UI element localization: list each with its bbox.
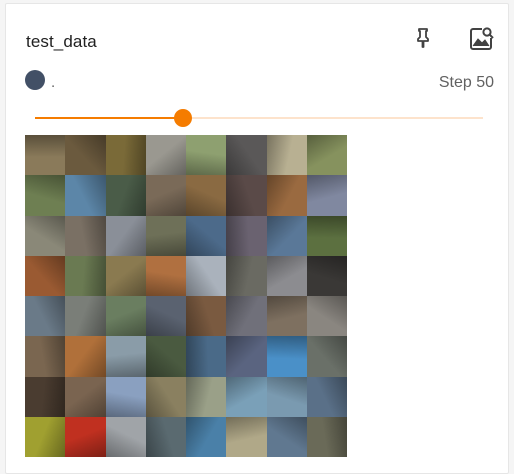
image-tile: [145, 255, 186, 296]
image-tile: [186, 175, 227, 216]
image-tile: [266, 175, 307, 216]
run-color-dot: [25, 70, 45, 90]
image-tile: [306, 215, 347, 256]
image-tile: [226, 255, 267, 296]
step-label: Step 50: [438, 74, 494, 91]
image-tile: [65, 175, 106, 216]
card-title: test_data: [26, 32, 97, 51]
image-tile: [306, 255, 347, 296]
image-tile: [105, 135, 146, 176]
image-grid[interactable]: [25, 135, 347, 457]
image-tile: [25, 336, 66, 377]
image-tile: [266, 376, 307, 417]
image-tile: [266, 336, 307, 377]
slider-thumb[interactable]: [173, 109, 192, 127]
image-tile: [266, 215, 307, 256]
image-tile: [25, 175, 66, 216]
image-tile: [65, 215, 106, 256]
image-card: test_data . Step 50: [5, 3, 509, 474]
image-tile: [105, 376, 146, 417]
image-tile: [186, 215, 227, 256]
image-tile: [306, 336, 347, 377]
image-tile: [145, 175, 186, 216]
image-tile: [145, 296, 186, 337]
image-tile: [266, 416, 307, 457]
run-legend: .: [25, 70, 56, 91]
image-search-button[interactable]: [468, 24, 496, 57]
image-tile: [105, 336, 146, 377]
image-tile: [186, 376, 227, 417]
image-tile: [186, 336, 227, 377]
image-tile: [65, 416, 106, 457]
image-tile: [25, 215, 66, 256]
image-tile: [226, 175, 267, 216]
image-tile: [145, 336, 186, 377]
slider-fill: [35, 117, 183, 119]
image-tile: [105, 296, 146, 337]
image-tile: [65, 336, 106, 377]
image-tile: [306, 175, 347, 216]
image-tile: [186, 296, 227, 337]
image-tile: [65, 135, 106, 176]
image-tile: [65, 376, 106, 417]
image-tile: [226, 336, 267, 377]
image-tile: [186, 255, 227, 296]
image-tile: [186, 135, 227, 176]
image-tile: [105, 416, 146, 457]
image-search-icon: [468, 24, 496, 57]
image-tile: [306, 416, 347, 457]
image-tile: [25, 135, 66, 176]
image-tile: [306, 135, 347, 176]
image-tile: [25, 255, 66, 296]
image-tile: [266, 135, 307, 176]
image-tile: [145, 135, 186, 176]
run-label: .: [51, 73, 56, 91]
pin-icon: [411, 26, 435, 55]
image-tile: [226, 376, 267, 417]
image-tile: [306, 376, 347, 417]
image-tile: [145, 376, 186, 417]
image-tile: [266, 296, 307, 337]
image-tile: [25, 376, 66, 417]
image-tile: [25, 416, 66, 457]
image-tile: [65, 296, 106, 337]
pin-button[interactable]: [409, 26, 437, 54]
step-slider[interactable]: [35, 108, 483, 128]
image-tile: [105, 215, 146, 256]
image-tile: [226, 135, 267, 176]
image-tile: [105, 175, 146, 216]
image-tile: [226, 296, 267, 337]
image-tile: [145, 215, 186, 256]
image-tile: [65, 255, 106, 296]
image-tile: [105, 255, 146, 296]
image-tile: [266, 255, 307, 296]
image-tile: [226, 215, 267, 256]
image-tile: [145, 416, 186, 457]
image-tile: [186, 416, 227, 457]
image-tile: [306, 296, 347, 337]
image-tile: [226, 416, 267, 457]
image-tile: [25, 296, 66, 337]
